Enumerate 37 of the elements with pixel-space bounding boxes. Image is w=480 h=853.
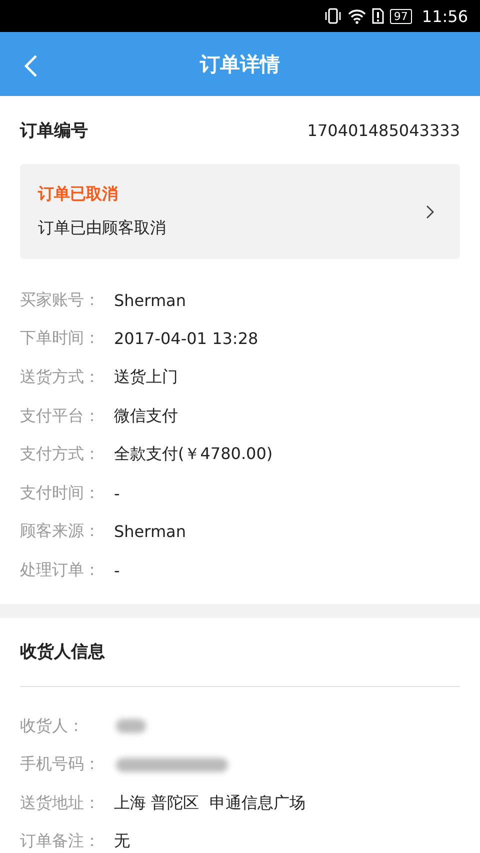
field-value: - xyxy=(114,484,120,503)
field-value: 全款支付(￥4780.00) xyxy=(114,444,273,466)
field-label: 顾客来源： xyxy=(20,521,101,542)
field-value: 无 xyxy=(114,831,130,852)
field-label: 支付方式： xyxy=(20,444,101,466)
field-label: 手机号码： xyxy=(20,754,101,776)
wifi-icon xyxy=(348,8,366,24)
field-label: 处理订单： xyxy=(20,560,101,581)
order-number-label: 订单编号 xyxy=(20,120,88,142)
field-value: 上海 普陀区 申通信息广场 xyxy=(114,792,306,814)
order-status-card[interactable]: 订单已取消 订单已由顾客取消 xyxy=(20,164,460,259)
field-label: 支付时间： xyxy=(20,482,101,504)
order-number: 170401485043333 xyxy=(307,120,460,140)
field-value: - xyxy=(114,560,120,580)
field-label: 下单时间： xyxy=(20,328,101,350)
vibrate-icon xyxy=(324,8,342,24)
field-value: 送货上门 xyxy=(114,366,178,388)
field-label: 订单备注： xyxy=(20,831,101,852)
field-value: 2017-04-01 13:28 xyxy=(114,329,258,348)
field-value: Sherman xyxy=(114,290,186,310)
field-label: 支付平台： xyxy=(20,406,101,427)
field-label: 送货地址： xyxy=(20,792,101,814)
field-label: 买家账号： xyxy=(20,290,101,311)
page-title: 订单详情 xyxy=(200,50,280,78)
redacted-value xyxy=(116,719,146,734)
clock: 11:56 xyxy=(422,6,468,26)
back-icon xyxy=(24,54,38,78)
status-detail: 订单已由顾客取消 xyxy=(38,218,166,239)
field-value: 微信支付 xyxy=(114,406,178,427)
battery-level: 97 xyxy=(390,8,412,24)
section-heading: 收货人信息 xyxy=(20,641,106,664)
field-value: Sherman xyxy=(114,522,186,542)
field-label: 收货人： xyxy=(20,716,85,737)
order-status: 订单已取消 xyxy=(38,184,119,205)
sim-alert-icon xyxy=(372,8,384,24)
chevron-right-icon xyxy=(426,204,434,218)
field-label: 送货方式： xyxy=(20,366,101,388)
